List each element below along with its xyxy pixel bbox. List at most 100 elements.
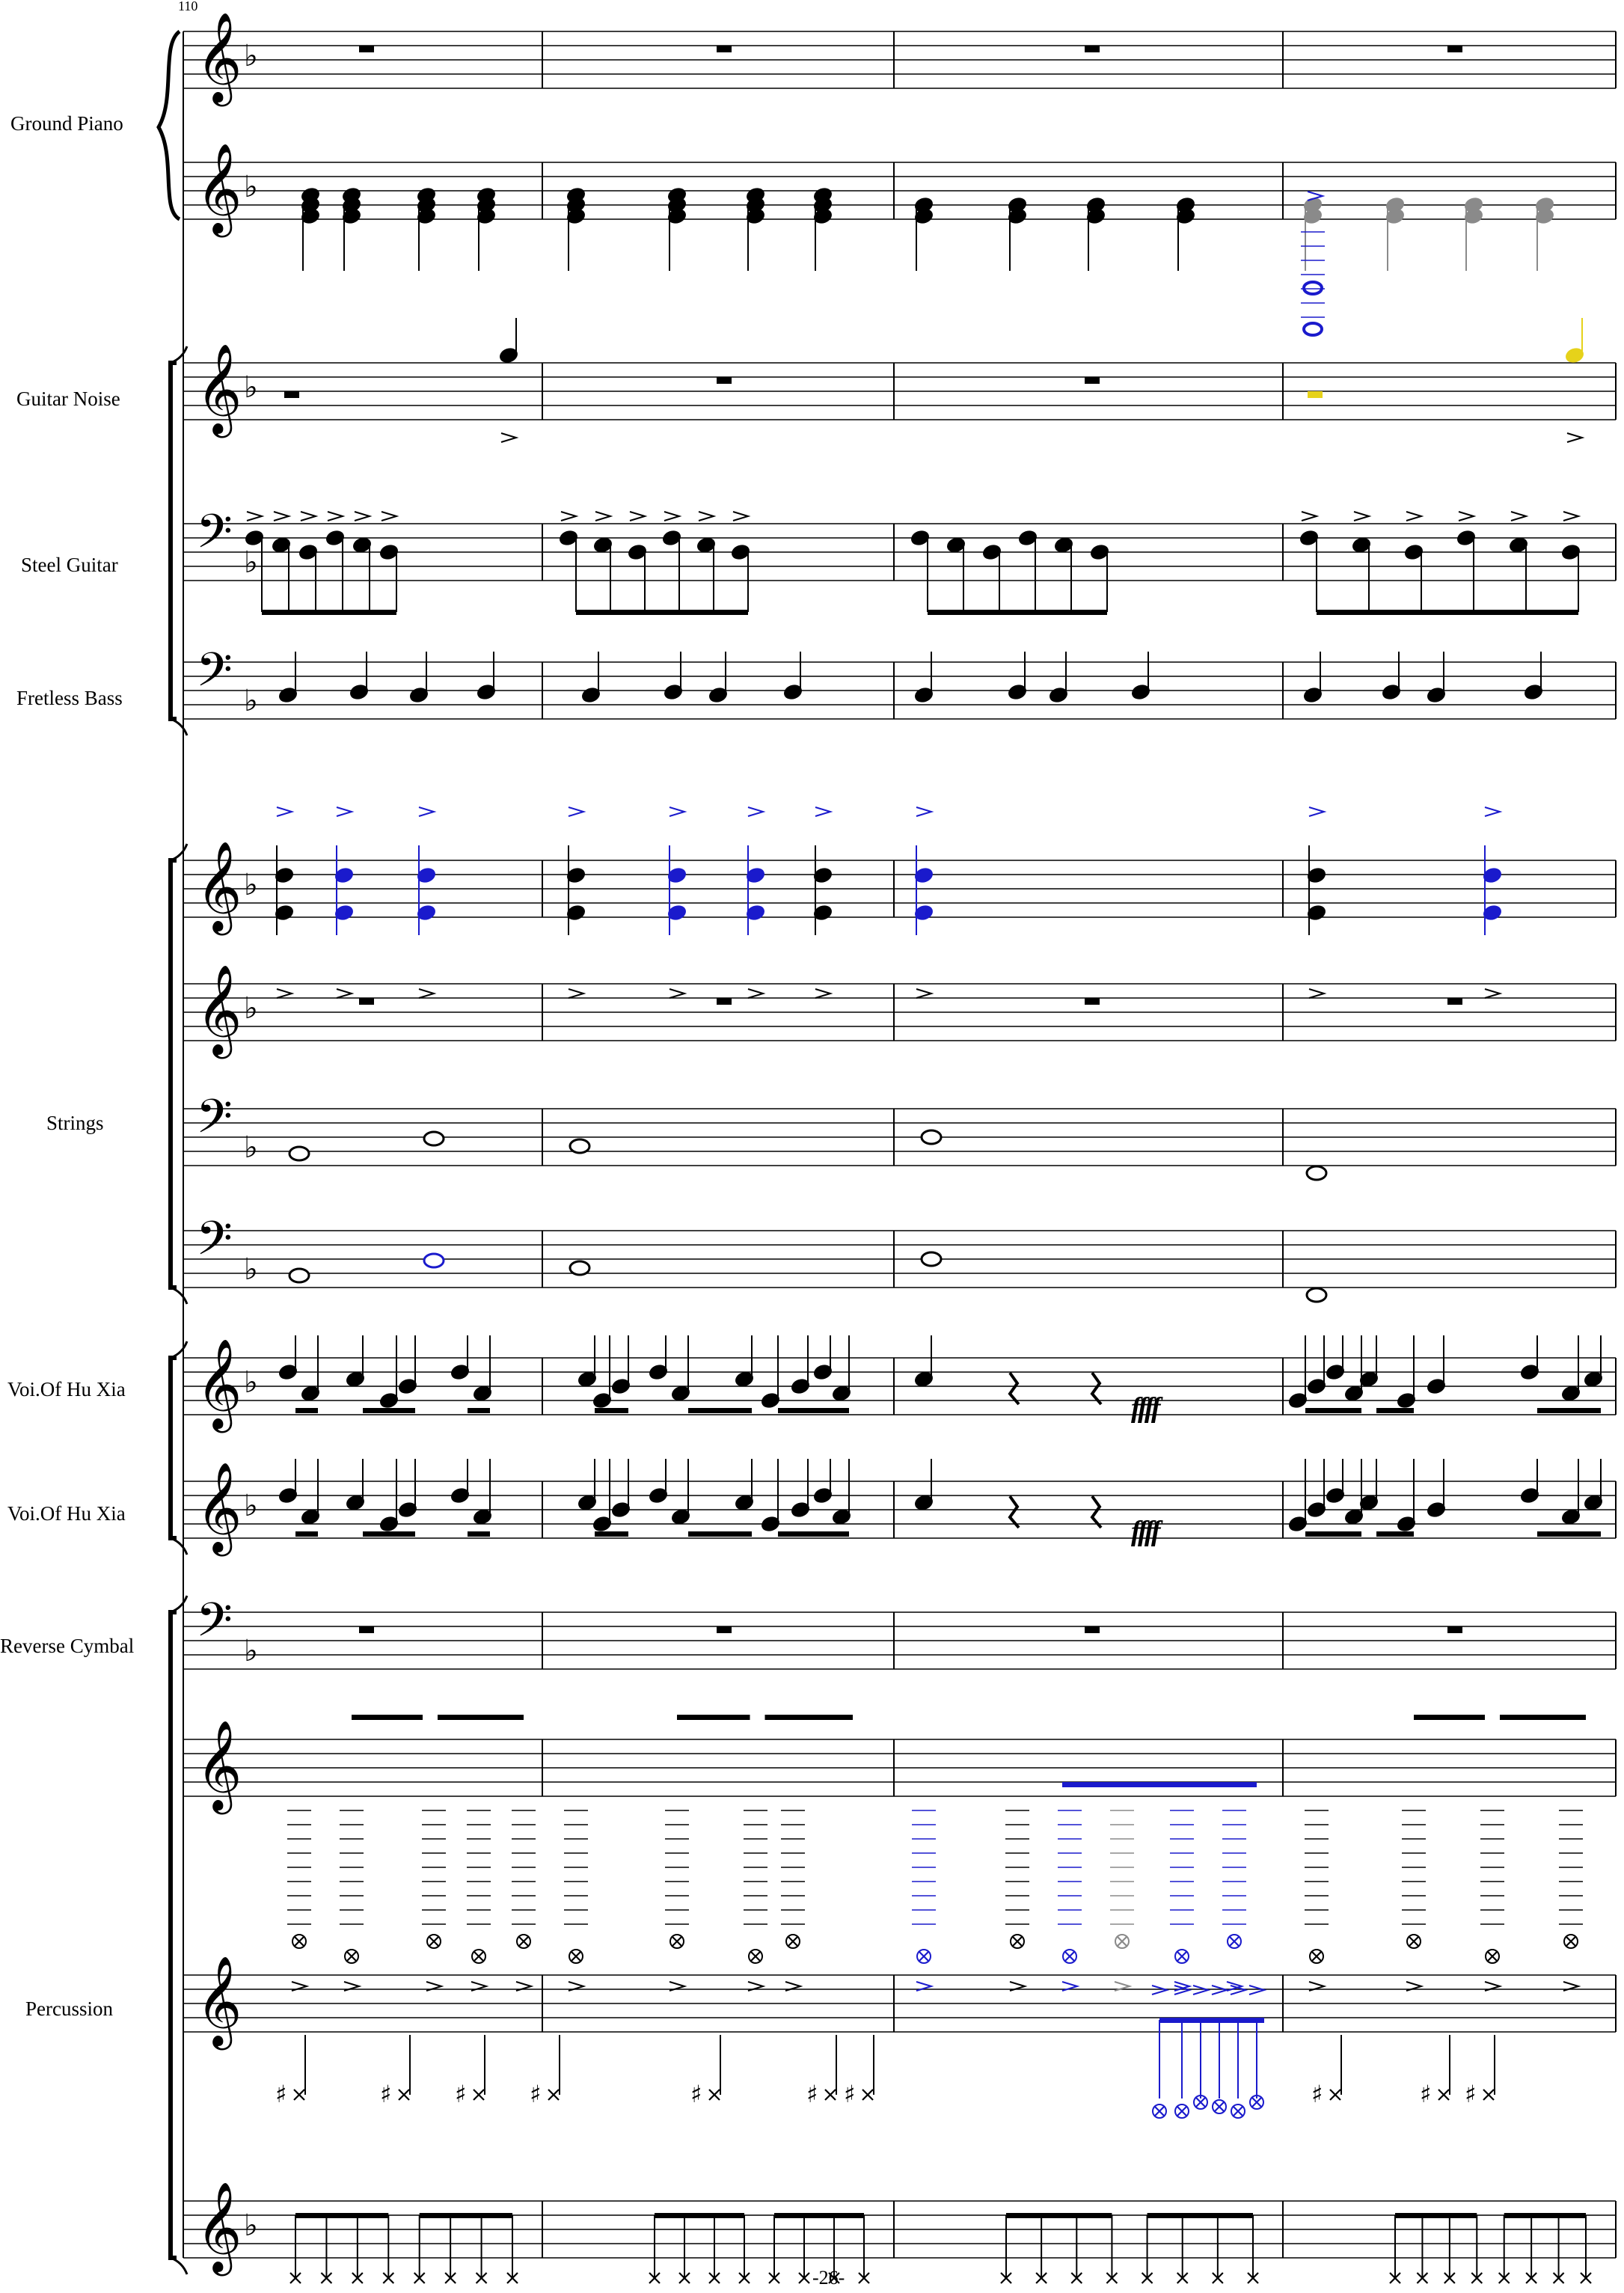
voice-bracket-hook-top — [170, 1341, 189, 1359]
strings-accent-blue — [1484, 806, 1503, 817]
strings-accent-blue — [815, 806, 833, 817]
strings-accent-blue — [568, 806, 586, 817]
strings-accent-blue — [669, 806, 687, 817]
flat-key-signature-icon: ♭ — [244, 684, 258, 718]
strings-accent — [815, 988, 833, 999]
staff-strings-4: 𝄢 ♭ — [183, 1210, 1617, 1288]
label-steel-guitar: Steel Guitar — [21, 554, 118, 576]
percussion-beam — [1500, 1715, 1586, 1720]
percussion-beam — [677, 1715, 750, 1720]
flat-key-signature-icon: ♭ — [244, 1634, 258, 1668]
staff-fretless-bass: 𝄢 ♭ — [183, 642, 1617, 720]
strings2-rest — [717, 998, 732, 1005]
percussion-beam — [764, 1715, 853, 1720]
guitar-rest — [717, 377, 732, 384]
flat-key-signature-icon: ♭ — [244, 991, 258, 1026]
label-guitar-noise: Guitar Noise — [16, 388, 120, 410]
percussion-beam — [295, 2213, 389, 2218]
percussion-x-note — [473, 2089, 485, 2101]
flat-key-signature-icon: ♭ — [244, 39, 258, 73]
circle-x-cross — [1064, 1950, 1076, 1962]
steel-guitar-accent — [1563, 511, 1581, 521]
piano-rest-m3 — [1085, 46, 1100, 52]
steel-guitar-accent — [354, 511, 373, 521]
quarter-rest-icon — [1008, 1371, 1020, 1406]
sharp-icon: ♯ — [530, 2080, 541, 2108]
voice-beam — [1376, 1531, 1414, 1537]
flat-key-signature-icon: ♭ — [244, 2208, 258, 2243]
voice-beam — [1537, 1531, 1601, 1537]
strings-accent — [669, 988, 687, 999]
circle-x-cross — [1213, 2101, 1225, 2113]
strings-bracket-hook-bottom — [170, 1286, 189, 1305]
circle-x-cross — [1011, 1935, 1023, 1947]
percussion-bracket-hook-top — [170, 1595, 189, 1614]
sharp-icon: ♯ — [806, 2080, 818, 2108]
percussion-x-note — [1438, 2089, 1450, 2101]
piano-whole-note-blue — [1302, 322, 1323, 337]
sharp-icon: ♯ — [275, 2080, 287, 2108]
steel-guitar-accent — [327, 511, 346, 521]
voice-beam — [363, 1531, 415, 1537]
guitar-bracket — [168, 361, 177, 721]
piano-rest-m1 — [359, 46, 374, 52]
steel-guitar-accent — [1406, 511, 1424, 521]
cymbal-rest — [717, 1626, 732, 1633]
percussion-beam — [1414, 1715, 1485, 1720]
treble-clef-icon: 𝄞 — [196, 1719, 242, 1814]
steel-guitar-accent — [629, 511, 648, 521]
percussion-beam — [1006, 2213, 1112, 2218]
strings-whole-note — [920, 1129, 943, 1145]
circle-x-cross — [750, 1950, 762, 1962]
voice-beam — [1537, 1408, 1601, 1413]
strings-accent — [1308, 988, 1327, 999]
strings-whole-note — [423, 1252, 445, 1269]
staff-strings-1: 𝄞 ♭ — [183, 840, 1617, 935]
circle-x-cross — [1153, 2105, 1165, 2117]
voice-beam — [778, 1531, 849, 1537]
cymbal-rest — [1085, 1626, 1100, 1633]
strings-accent-blue — [747, 806, 766, 817]
percussion-beam — [1504, 2213, 1586, 2218]
strings-accent — [336, 988, 355, 999]
label-fretless-bass: Fretless Bass — [16, 687, 123, 709]
flat-key-signature-icon: ♭ — [244, 1489, 258, 1523]
measure-number: 110 — [178, 0, 198, 13]
circle-x-cross — [473, 1950, 485, 1962]
flat-key-signature-icon: ♭ — [244, 1130, 258, 1165]
strings-bracket — [168, 858, 177, 1290]
steel-guitar-accent — [1353, 511, 1372, 521]
label-percussion: Percussion — [25, 1997, 113, 2020]
quarter-rest-icon — [1090, 1371, 1103, 1406]
percussion-beam — [655, 2213, 744, 2218]
cymbal-rest — [359, 1626, 374, 1633]
circle-x-cross — [918, 1950, 930, 1962]
circle-x-cross — [1251, 2096, 1263, 2108]
sharp-icon: ♯ — [1465, 2080, 1476, 2108]
voice-beam — [778, 1408, 849, 1413]
treble-clef-icon: 𝄞 — [196, 11, 242, 106]
circle-x-cross — [1311, 1950, 1323, 1962]
voice-beam — [595, 1531, 628, 1537]
sharp-icon: ♯ — [1420, 2080, 1431, 2108]
bass-clef-icon: 𝄢 — [196, 503, 233, 570]
circle-x-cross — [293, 1935, 305, 1947]
treble-clef-icon: 𝄞 — [196, 343, 242, 438]
flat-key-signature-icon: ♭ — [244, 868, 258, 902]
cymbal-rest — [1447, 1626, 1462, 1633]
sharp-icon: ♯ — [1311, 2080, 1323, 2108]
strings-accent — [747, 988, 766, 999]
strings2-rest — [359, 998, 374, 1005]
percussion-x-note — [862, 2089, 874, 2101]
steel-guitar-beam — [262, 610, 396, 615]
strings-accent — [568, 988, 586, 999]
circle-x-cross — [428, 1935, 440, 1947]
sharp-icon: ♯ — [844, 2080, 855, 2108]
guitar-half-rest-yellow — [1308, 391, 1323, 398]
circle-x-cross — [1565, 1935, 1577, 1947]
circle-x-cross — [1195, 2096, 1207, 2108]
steel-guitar-accent — [300, 511, 319, 521]
strings-accent — [418, 988, 437, 999]
percussion-x-note — [1329, 2089, 1341, 2101]
strings-accent — [276, 988, 295, 999]
